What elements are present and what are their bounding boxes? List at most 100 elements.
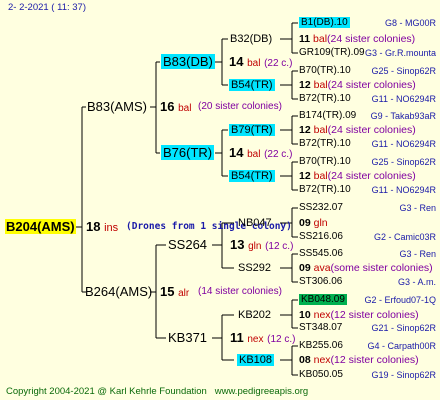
g1-gen-2: 15	[160, 284, 175, 299]
g4-node-8[interactable]: B72(TR).10	[299, 184, 351, 196]
g2-note-4: (12 c.)	[267, 334, 296, 345]
g3-note-2: (24 sister colonies)	[327, 79, 416, 91]
g3-node-8[interactable]: KB108	[237, 354, 275, 366]
g3-breed-7: nex	[313, 309, 331, 321]
g4-name-1: B1(DB).10	[299, 17, 350, 28]
g3-gen-2: 12	[299, 79, 311, 91]
g3-gen-3: 12	[299, 124, 311, 136]
g3-breed-4: bal	[313, 170, 328, 182]
pedigree-chart: 2- 2-2021 ( 11: 37) B204(AMS) 18 ins (Dr…	[0, 0, 440, 400]
g4-origin-3: G25 - Sinop62R	[371, 66, 436, 76]
g3-breed-8: nex	[313, 354, 331, 366]
g2-note-2: (22 c.)	[264, 149, 293, 160]
g3-note-6: (some sister colonies)	[330, 262, 433, 274]
g3-breed-3: bal	[313, 124, 328, 136]
g4-origin-13: G2 - Erfoud07-1Q	[364, 295, 436, 305]
g3-info-8: 08 nex(12 sister colonies)	[299, 354, 419, 366]
g3-gen-4: 12	[299, 170, 311, 182]
root-node[interactable]: B204(AMS)	[5, 219, 76, 234]
g2-node-4[interactable]: KB371	[168, 330, 207, 345]
g3-node-1[interactable]: B32(DB)	[230, 33, 272, 45]
g4-node-9[interactable]: SS232.07	[299, 202, 343, 214]
g1-note-1: (20 sister colonies)	[198, 101, 282, 112]
g4-node-2[interactable]: GR109(TR).09	[299, 47, 365, 59]
g3-node-7[interactable]: KB202	[238, 309, 271, 321]
g3-info-1: 11 bal(24 sister colonies)	[299, 33, 415, 45]
g3-info-4: 12 bal(24 sister colonies)	[299, 170, 416, 182]
g4-node-4[interactable]: B72(TR).10	[299, 93, 351, 105]
g4-node-12[interactable]: ST306.06	[299, 276, 342, 288]
g3-note-1: (24 sister colonies)	[327, 33, 416, 45]
g3-note-3: (24 sister colonies)	[327, 124, 416, 136]
root-info: 18 ins	[86, 219, 118, 236]
g3-info-5: 09 gln	[299, 217, 328, 229]
g2-gen-4: 11	[230, 330, 244, 345]
g2-node-3[interactable]: SS264	[168, 237, 207, 252]
g4-node-16[interactable]: KB050.05	[299, 369, 343, 381]
g2-name-2: B76(TR)	[161, 145, 215, 160]
root-breed: ins	[104, 222, 119, 234]
g2-breed-3: gln	[248, 241, 262, 252]
g4-origin-14: G21 - Sinop62R	[371, 323, 436, 333]
g3-name-3: B79(TR)	[229, 124, 275, 136]
g1-info-1: 16 bal	[160, 99, 191, 116]
g4-origin-16: G19 - Sinop62R	[371, 370, 436, 380]
copyright-text: Copyright 2004-2021 @ Karl Kehrle Founda…	[6, 386, 207, 397]
g2-breed-4: nex	[247, 334, 264, 345]
site-link[interactable]: www.pedigreeapis.org	[215, 386, 308, 397]
g4-origin-8: G11 - NO6294R	[371, 185, 436, 195]
g4-node-11[interactable]: SS545.06	[299, 248, 343, 260]
g4-node-14[interactable]: ST348.07	[299, 322, 342, 334]
root-name: B204(AMS)	[5, 219, 76, 234]
g1-node-2[interactable]: B264(AMS)	[85, 284, 152, 299]
g3-gen-1: 11	[299, 33, 311, 45]
g4-origin-6: G11 - NO6294R	[371, 139, 436, 149]
g3-node-5[interactable]: NB047	[238, 217, 272, 229]
g3-name-2: B54(TR)	[229, 79, 275, 91]
g2-breed-1: bal	[247, 58, 261, 69]
g4-origin-4: G11 - NO6294R	[371, 94, 436, 104]
g3-info-7: 10 nex(12 sister colonies)	[299, 309, 419, 321]
g2-note-3: (12 c.)	[265, 241, 294, 252]
g1-breed-1: bal	[178, 103, 192, 114]
g3-gen-7: 10	[299, 309, 311, 321]
g2-node-2[interactable]: B76(TR)	[161, 145, 215, 160]
g3-note-4: (24 sister colonies)	[327, 170, 416, 182]
g3-gen-5: 09	[299, 217, 311, 229]
g3-gen-6: 09	[299, 262, 311, 274]
g4-node-10[interactable]: SS216.06	[299, 231, 343, 243]
g3-name-4: B54(TR)	[229, 170, 275, 182]
g3-breed-5: gln	[313, 217, 328, 229]
g4-origin-12: G3 - A.m.	[397, 277, 436, 287]
g2-gen-2: 14	[229, 145, 244, 160]
g4-node-1[interactable]: B1(DB).10	[299, 17, 350, 29]
g2-node-1[interactable]: B83(DB)	[161, 54, 215, 69]
g3-info-2: 12 bal(24 sister colonies)	[299, 79, 416, 91]
g4-node-7[interactable]: B70(TR).10	[299, 156, 351, 168]
g4-origin-9: G3 - Ren	[399, 203, 436, 213]
g2-info-2: 14 bal (22 c.)	[229, 145, 292, 162]
g3-info-3: 12 bal(24 sister colonies)	[299, 124, 416, 136]
g3-node-4[interactable]: B54(TR)	[229, 170, 275, 182]
g3-node-3[interactable]: B79(TR)	[229, 124, 275, 136]
g4-origin-1: G8 - MG00R	[384, 18, 436, 28]
g3-node-6[interactable]: SS292	[238, 262, 271, 274]
g2-name-1: B83(DB)	[161, 54, 215, 69]
g4-node-15[interactable]: KB255.06	[299, 340, 343, 352]
g4-node-6[interactable]: B72(TR).10	[299, 138, 351, 150]
root-gen: 18	[86, 219, 101, 234]
g1-info-2: 15 alr	[160, 284, 189, 301]
g4-node-3[interactable]: B70(TR).10	[299, 65, 351, 77]
g4-node-13[interactable]: KB048.09	[299, 294, 347, 306]
g1-breed-2: alr	[178, 288, 190, 299]
g3-note-8: (12 sister colonies)	[330, 354, 419, 366]
g2-info-4: 11 nex (12 c.)	[230, 330, 295, 347]
g1-gen-1: 16	[160, 99, 175, 114]
g1-node-1[interactable]: B83(AMS)	[87, 99, 147, 114]
g4-node-5[interactable]: B174(TR).09	[299, 110, 356, 122]
g4-origin-15: G4 - Carpath00R	[367, 341, 436, 351]
g3-gen-8: 08	[299, 354, 311, 366]
g3-node-2[interactable]: B54(TR)	[229, 79, 275, 91]
date-stamp: 2- 2-2021 ( 11: 37)	[8, 2, 86, 13]
g4-origin-2: G3 - Gr.R.mounta	[364, 48, 436, 58]
